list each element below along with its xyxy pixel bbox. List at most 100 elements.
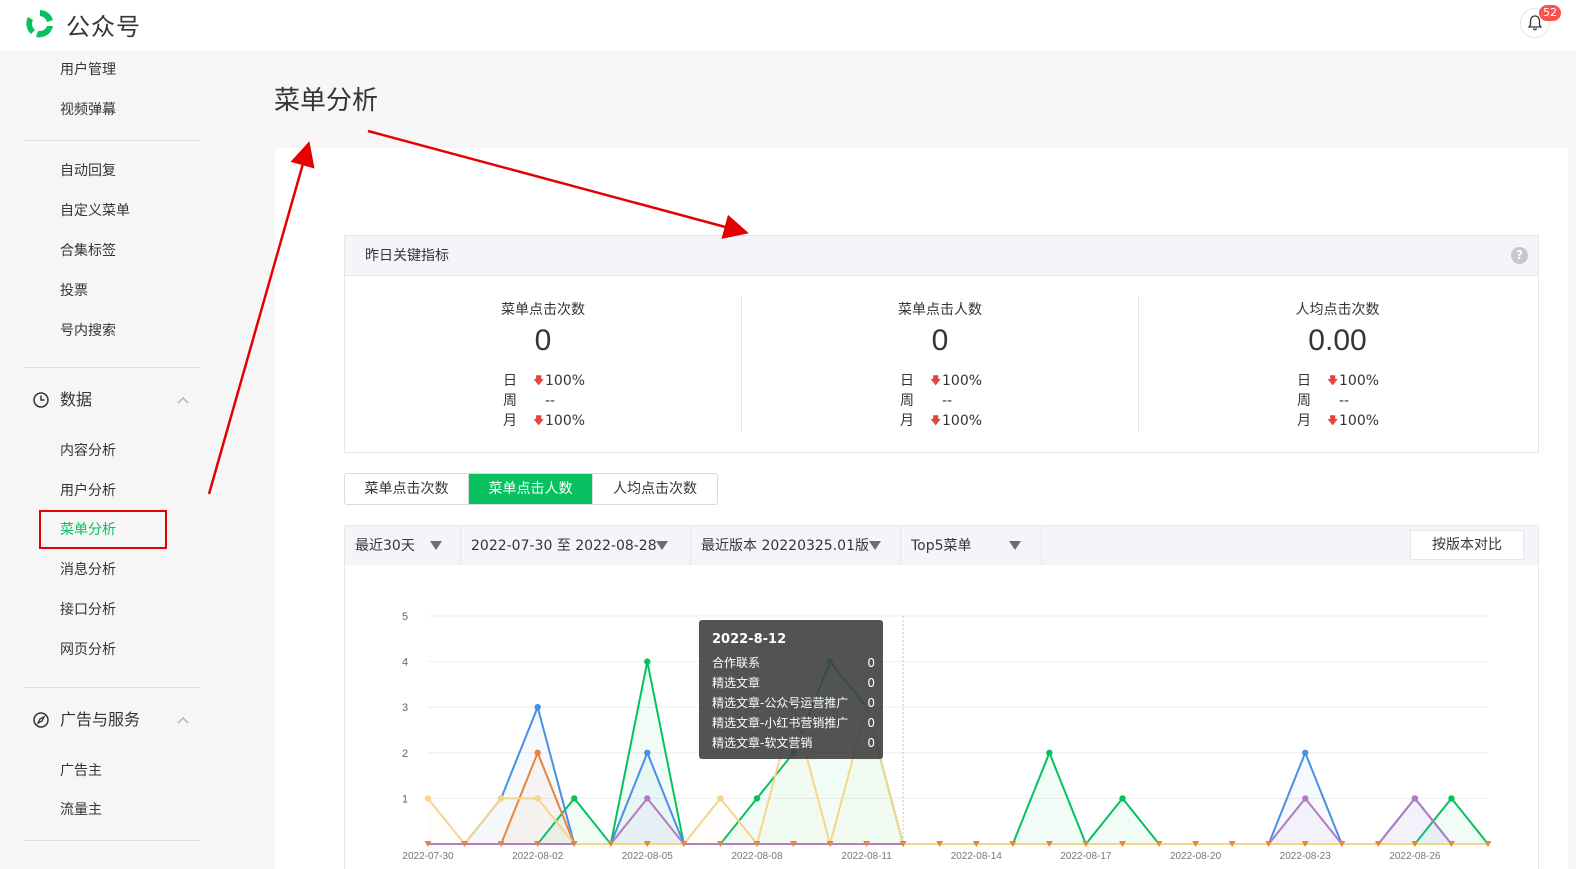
- caret-down-icon: [1009, 541, 1021, 550]
- data-point: [1448, 795, 1455, 802]
- app-title: 公众号: [66, 12, 141, 41]
- tooltip-row-label: 合作联系: [712, 656, 761, 670]
- x-tick-label: 2022-08-23: [1280, 851, 1332, 862]
- sidebar-item-publisher[interactable]: 流量主: [60, 800, 102, 820]
- x-tick-label: 2022-08-26: [1389, 851, 1441, 862]
- sidebar-item-vote[interactable]: 投票: [60, 281, 88, 301]
- chevron-up-icon[interactable]: [176, 713, 190, 732]
- day-label: 日: [503, 373, 517, 389]
- sidebar-item-custom-menu[interactable]: 自定义菜单: [60, 201, 130, 221]
- sidebar: [0, 50, 275, 869]
- sidebar-item-web-analysis[interactable]: 网页分析: [60, 640, 116, 660]
- x-tick-label: 2022-08-17: [1060, 851, 1112, 862]
- sidebar-item-user-analysis[interactable]: 用户分析: [60, 481, 116, 501]
- sidebar-item-in-account-search[interactable]: 号内搜索: [60, 321, 116, 341]
- y-tick-label: 5: [402, 611, 408, 623]
- data-point: [571, 795, 578, 802]
- day-change: 100%: [545, 373, 586, 389]
- sidebar-item-collection-tags[interactable]: 合集标签: [60, 241, 116, 261]
- date-range-value: 2022-07-30 至 2022-08-28: [471, 538, 657, 554]
- caret-down-icon: [869, 541, 881, 550]
- sidebar-item-user-management[interactable]: 用户管理: [60, 60, 116, 80]
- day-change: 100%: [942, 373, 983, 389]
- kpi-label: 菜单点击次数: [501, 302, 585, 318]
- sidebar-item-api-analysis[interactable]: 接口分析: [60, 600, 116, 620]
- version-select[interactable]: 最近版本 20220325.01版: [691, 526, 901, 566]
- week-label: 周: [503, 393, 517, 409]
- x-tick-label: 2022-08-08: [731, 851, 783, 862]
- sidebar-item-content-analysis[interactable]: 内容分析: [60, 441, 116, 461]
- compare-by-version-button[interactable]: 按版本对比: [1410, 530, 1524, 560]
- menu-users-line-chart[interactable]: 1 2 3 4 5 2022-07-30 2022-08-02 2022-08-05 2022-…: [344, 565, 1539, 869]
- annotation-highlight-box: [39, 510, 167, 549]
- kpi-label: 人均点击次数: [1295, 302, 1380, 318]
- sidebar-group-data[interactable]: 数据: [32, 390, 92, 410]
- tooltip-row: 合作联系 0: [712, 653, 875, 673]
- data-point: [753, 795, 761, 802]
- app-logo[interactable]: 公众号: [22, 6, 141, 42]
- tooltip-row: 精选文章-公众号运营推广 0: [712, 693, 875, 713]
- y-tick-label: 4: [402, 657, 408, 669]
- sidebar-group-label: 数据: [60, 390, 93, 409]
- sidebar-item-advertiser[interactable]: 广告主: [60, 761, 102, 781]
- sidebar-divider: [24, 687, 200, 688]
- kpi-value: 0.00: [1308, 324, 1367, 357]
- x-tick-label: 2022-08-20: [1170, 851, 1222, 862]
- tooltip-row-value: 0: [867, 676, 875, 690]
- sidebar-item-video-danmaku[interactable]: 视频弹幕: [60, 100, 116, 120]
- data-point: [644, 795, 651, 802]
- sidebar-divider: [24, 840, 200, 841]
- tooltip-row: 精选文章-软文营销 0: [712, 733, 875, 753]
- chevron-up-icon[interactable]: [176, 393, 190, 412]
- tooltip-row-value: 0: [867, 736, 875, 750]
- month-change: 100%: [1339, 413, 1380, 429]
- week-label: 周: [1297, 393, 1311, 409]
- key-metrics-header: 昨日关键指标 ?: [345, 236, 1538, 276]
- period-value: 最近30天: [355, 538, 415, 554]
- version-value: 最近版本 20220325.01版: [701, 538, 869, 554]
- month-label: 月: [1297, 413, 1311, 429]
- tab-clicks-per-user[interactable]: 人均点击次数: [593, 474, 717, 504]
- key-metrics-panel: 昨日关键指标 ? 菜单点击次数 0 日 🡇 100% 周 -- 月 🡇 100% 菜单点击…: [344, 235, 1539, 453]
- week-change: --: [942, 393, 953, 409]
- page-title: 菜单分析: [274, 86, 379, 116]
- sidebar-divider: [24, 367, 200, 368]
- tooltip-row: 精选文章-小红书营销推广 0: [712, 713, 875, 733]
- kpi-menu-users: 菜单点击人数 0 日 🡇 100% 周 -- 月 🡇 100%: [742, 296, 1139, 432]
- help-icon[interactable]: ?: [1511, 247, 1528, 264]
- notification-badge: 52: [1539, 5, 1561, 21]
- week-change: --: [1339, 393, 1350, 409]
- data-point: [1119, 795, 1126, 802]
- tab-menu-users[interactable]: 菜单点击人数: [469, 474, 593, 504]
- period-select[interactable]: 最近30天: [345, 526, 461, 566]
- day-change: 100%: [1339, 373, 1380, 389]
- top-menu-select[interactable]: Top5菜单: [901, 526, 1042, 566]
- y-tick-label: 2: [402, 748, 408, 760]
- data-point: [1302, 795, 1309, 802]
- sidebar-item-auto-reply[interactable]: 自动回复: [60, 161, 116, 181]
- kpi-clicks-per-user: 人均点击次数 0.00 日 🡇 100% 周 -- 月 🡇 100%: [1139, 296, 1536, 432]
- date-range-select[interactable]: 2022-07-30 至 2022-08-28: [461, 526, 691, 566]
- arrow-down-icon: 🡇: [533, 414, 545, 427]
- month-change: 100%: [545, 413, 586, 429]
- compass-icon: [33, 712, 49, 728]
- arrow-down-icon: 🡇: [1327, 414, 1339, 427]
- kpi-label: 菜单点击人数: [898, 302, 982, 318]
- sidebar-group-ads[interactable]: 广告与服务: [32, 710, 140, 730]
- tooltip-row-label: 精选文章-小红书营销推广: [712, 716, 849, 730]
- tooltip-title: 2022-8-12: [712, 632, 787, 647]
- metric-tabs: 菜单点击次数 菜单点击人数 人均点击次数: [344, 473, 718, 505]
- sidebar-item-message-analysis[interactable]: 消息分析: [60, 560, 116, 580]
- tab-menu-clicks[interactable]: 菜单点击次数: [345, 474, 469, 504]
- week-change: --: [545, 393, 556, 409]
- arrow-down-icon: 🡇: [533, 374, 545, 387]
- data-point: [644, 658, 651, 665]
- key-metrics-title: 昨日关键指标: [365, 248, 449, 264]
- notification-button[interactable]: 52: [1520, 5, 1561, 38]
- caret-down-icon: [430, 541, 442, 550]
- tooltip-row-value: 0: [867, 716, 875, 730]
- arrow-down-icon: 🡇: [930, 414, 942, 427]
- kpi-value: 0: [534, 324, 552, 357]
- arrow-down-icon: 🡇: [930, 374, 942, 387]
- chart-tooltip: 2022-8-12 合作联系 0 精选文章 0 精选文章-公众号运营推广 0 精选文章…: [699, 620, 883, 759]
